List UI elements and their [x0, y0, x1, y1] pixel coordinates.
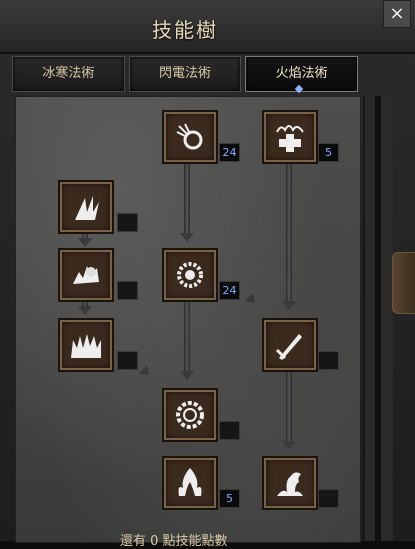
side-rail-groove	[375, 96, 381, 541]
fire-sword-icon	[275, 334, 302, 360]
tab-lightning-spells[interactable]: 閃電法術	[128, 56, 242, 92]
skill-tabs: 冰寒法術 閃電法術 火焰法術	[12, 56, 359, 94]
connector	[286, 370, 292, 442]
fire-orb-icon	[176, 123, 203, 150]
skill-level-fire-hydra	[318, 489, 339, 508]
close-button[interactable]: ×	[383, 0, 411, 28]
skill-points-remaining: 還有 0 點技能點數	[120, 534, 228, 549]
fire-hydra-icon	[277, 472, 303, 496]
connector-head	[180, 371, 194, 380]
connector	[184, 162, 190, 234]
skill-node-fire-claw[interactable]	[58, 180, 114, 234]
skill-level-fire-claw	[117, 213, 138, 232]
connector	[286, 162, 292, 302]
skill-level-fire-sword	[318, 351, 339, 370]
skill-node-fire-orb[interactable]	[162, 110, 218, 164]
skill-level-fire-orb: 24	[219, 143, 240, 162]
skill-node-fire-hydra[interactable]	[262, 456, 318, 510]
connector-head	[78, 238, 92, 247]
skill-node-fire-cross[interactable]	[262, 110, 318, 164]
connector	[184, 302, 190, 372]
side-ornament	[392, 252, 415, 314]
skill-node-fire-wall[interactable]	[58, 318, 114, 372]
fire-wall-icon	[71, 334, 101, 358]
tab-cold-spells[interactable]: 冰寒法術	[12, 56, 125, 92]
fire-flame-icon	[178, 468, 202, 496]
skill-level-fire-wall	[117, 351, 138, 370]
skill-level-fire-flame: 5	[219, 489, 240, 508]
skill-node-fire-burst[interactable]	[58, 248, 114, 302]
skill-node-fire-flame[interactable]	[162, 456, 218, 510]
skill-level-fire-burst	[117, 281, 138, 300]
skill-level-fire-cross: 5	[318, 143, 339, 162]
skill-node-fire-sword[interactable]	[262, 318, 318, 372]
fire-claw-icon	[75, 196, 99, 220]
connector-head	[180, 233, 194, 242]
skill-level-fire-ring: 24	[219, 281, 240, 300]
fire-burst-icon	[73, 266, 99, 284]
skill-node-fire-ring[interactable]	[162, 248, 218, 302]
window-title: 技能樹	[152, 18, 218, 42]
skill-node-fire-gear[interactable]	[162, 388, 218, 442]
fire-ring-icon	[177, 262, 203, 288]
connector-head	[282, 441, 296, 450]
skill-level-fire-gear	[219, 421, 240, 440]
connector-head	[282, 301, 296, 310]
fire-cross-icon	[276, 125, 304, 152]
title-bar: 技能樹 ×	[0, 0, 415, 54]
connector-head	[78, 306, 92, 315]
fire-gear-icon	[176, 401, 204, 429]
